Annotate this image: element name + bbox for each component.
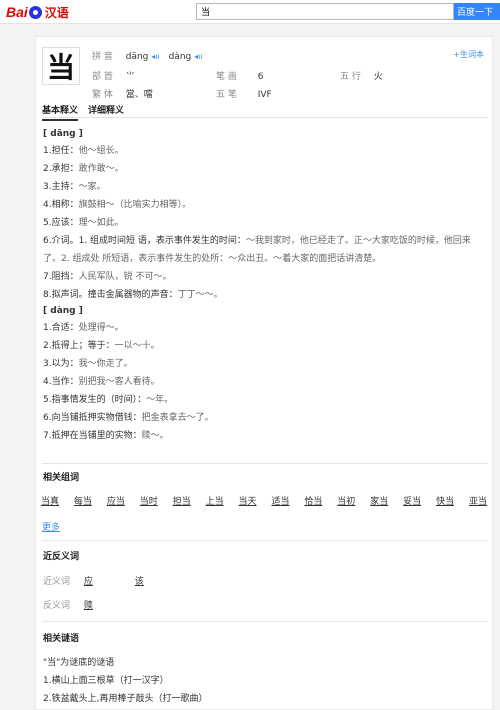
antonym-row: 反义词 赎 bbox=[43, 598, 132, 611]
definition-item: 8.拟声词。撞击金属器物的声音：丁丁～～。 bbox=[43, 290, 223, 300]
related-word-link[interactable]: 当初 bbox=[337, 494, 355, 507]
definition-item: 1.合适：处理得～。 bbox=[43, 323, 124, 333]
pinyin-row: 拼 音 dāng ◂ıı dàng ◂ıı bbox=[92, 49, 203, 62]
synonym-label: 近义词 bbox=[43, 577, 71, 587]
definition-tabs: 基本释义 详细释义 bbox=[42, 103, 124, 121]
riddles-title: 相关谜语 bbox=[43, 634, 80, 644]
strokes-value: 6 bbox=[257, 72, 264, 82]
definition-item: 6.向当铺抵押实物借钱：把金表拿去～了。 bbox=[43, 413, 214, 423]
definition-item: 4.当作：别把我～客人看待。 bbox=[43, 377, 160, 387]
related-word-link[interactable]: 应当 bbox=[107, 494, 125, 507]
search-input[interactable] bbox=[196, 3, 454, 20]
traditional-label: 繁 体 bbox=[92, 90, 113, 100]
strokes-field: 笔 画 6 bbox=[216, 69, 263, 82]
related-word-link[interactable]: 当时 bbox=[140, 494, 158, 507]
speaker-icon[interactable]: ◂ıı bbox=[151, 52, 159, 61]
definition-item: 3.主持：～家。 bbox=[43, 182, 106, 192]
speaker-icon[interactable]: ◂ıı bbox=[194, 52, 202, 61]
section-divider bbox=[42, 621, 488, 622]
definitions: [ dāng ] 1.担任：他～组长。 2.承担：敢作敢～。 3.主持：～家。 … bbox=[43, 127, 488, 445]
tab-basic[interactable]: 基本释义 bbox=[42, 103, 79, 121]
definition-item: 7.阻挡：人民军队，锐 不可～。 bbox=[43, 272, 172, 282]
synonym-link[interactable]: 该 bbox=[135, 574, 183, 587]
pinyin-heading-dang4: [ dàng ] bbox=[43, 306, 83, 316]
related-word-link[interactable]: 恰当 bbox=[304, 494, 322, 507]
synonyms-title: 近反义词 bbox=[43, 552, 80, 562]
pinyin-dang4: dàng bbox=[168, 52, 192, 62]
paw-icon bbox=[28, 5, 42, 19]
radical-label: 部 首 bbox=[92, 72, 113, 82]
wuxing-value: 火 bbox=[373, 72, 383, 82]
related-words-list: 当真 每当 应当 当时 担当 上当 当天 适当 恰当 当初 家当 妥当 快当 亚… bbox=[41, 494, 487, 507]
definition-item: 7.抵押在当铺里的实物：赎～。 bbox=[43, 431, 169, 441]
section-divider bbox=[42, 463, 488, 464]
antonym-link[interactable]: 赎 bbox=[84, 598, 132, 611]
add-wordbook-link[interactable]: +生词本 bbox=[453, 49, 484, 60]
definition-item: 2.承担：敢作敢～。 bbox=[43, 164, 124, 174]
logo-bai-text: Bai bbox=[6, 4, 28, 20]
tab-detailed[interactable]: 详细释义 bbox=[88, 103, 124, 121]
radical-value: ⺌ bbox=[125, 72, 135, 82]
traditional-field: 繁 体 當、噹 bbox=[92, 87, 153, 100]
pinyin-heading-dang1: [ dāng ] bbox=[43, 129, 83, 139]
section-divider bbox=[42, 540, 488, 541]
tab-divider bbox=[42, 117, 488, 118]
related-word-link[interactable]: 适当 bbox=[271, 494, 289, 507]
related-words-title: 相关组词 bbox=[43, 473, 80, 483]
related-word-link[interactable]: 当真 bbox=[41, 494, 59, 507]
definition-item: 1.担任：他～组长。 bbox=[43, 146, 124, 156]
riddle-intro: "当"为谜底的谜语 bbox=[43, 658, 115, 668]
wubi-field: 五 笔 IVF bbox=[216, 87, 272, 100]
entry-card: 当 拼 音 dāng ◂ıı dàng ◂ıı +生词本 部 首 ⺌ 笔 画 6… bbox=[35, 36, 493, 710]
definition-item: 4.相称：旗鼓相～（比喻实力相等）。 bbox=[43, 200, 192, 210]
related-word-link[interactable]: 当天 bbox=[239, 494, 257, 507]
definition-item: 5.应该：理～如此。 bbox=[43, 218, 124, 228]
related-word-link[interactable]: 妥当 bbox=[403, 494, 421, 507]
related-word-link[interactable]: 每当 bbox=[74, 494, 92, 507]
pinyin-dang1: dāng bbox=[125, 52, 149, 62]
synonym-link[interactable]: 应 bbox=[84, 574, 132, 587]
character-display: 当 bbox=[42, 47, 80, 85]
definition-item: 5.指事情发生的（时间）：～年。 bbox=[43, 395, 174, 405]
related-word-link[interactable]: 亚当 bbox=[469, 494, 487, 507]
related-word-link[interactable]: 快当 bbox=[436, 494, 454, 507]
wubi-label: 五 笔 bbox=[216, 90, 237, 100]
search-button[interactable]: 百度一下 bbox=[454, 3, 500, 20]
baidu-hanyu-logo[interactable]: Bai 汉语 bbox=[6, 3, 69, 21]
riddle-item: 2.铁盆戴头上,再用棒子敲头（打一歌曲） bbox=[43, 694, 208, 704]
related-word-link[interactable]: 担当 bbox=[173, 494, 191, 507]
traditional-value: 當、噹 bbox=[125, 90, 153, 100]
radical-field: 部 首 ⺌ bbox=[92, 69, 135, 82]
related-word-link[interactable]: 家当 bbox=[370, 494, 388, 507]
pinyin-label: 拼 音 bbox=[92, 52, 113, 62]
wuxing-label: 五 行 bbox=[340, 72, 361, 82]
wuxing-field: 五 行 火 bbox=[340, 69, 383, 82]
definition-item: 6.介词。1. 组成时间短 语，表示事件发生的时间：～我到家时，他已经走了。正～… bbox=[43, 236, 471, 264]
logo-hanyu-text: 汉语 bbox=[44, 5, 69, 20]
synonym-row: 近义词 应 该 bbox=[43, 574, 183, 587]
wubi-value: IVF bbox=[257, 90, 272, 100]
more-words-link[interactable]: 更多 bbox=[42, 520, 60, 533]
riddle-item: 1.横山上面三根草（打一汉字） bbox=[43, 676, 169, 686]
definition-item: 3.以为：我～你走了。 bbox=[43, 359, 133, 369]
related-word-link[interactable]: 上当 bbox=[206, 494, 224, 507]
definition-item: 2.抵得上；等于：一以～十。 bbox=[43, 341, 160, 351]
top-bar: Bai 汉语 百度一下 bbox=[0, 0, 500, 24]
antonym-label: 反义词 bbox=[43, 601, 71, 611]
strokes-label: 笔 画 bbox=[216, 72, 237, 82]
